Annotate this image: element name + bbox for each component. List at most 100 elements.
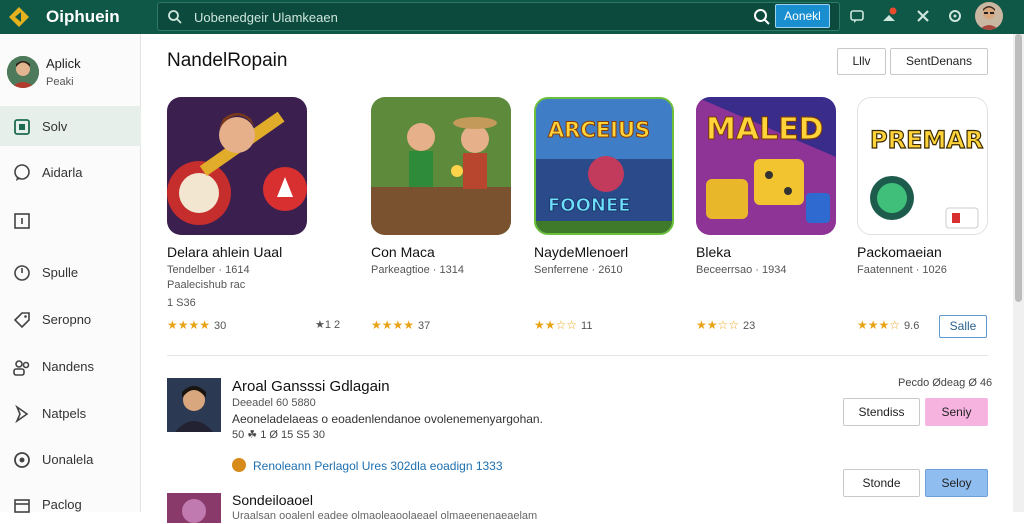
svg-text:FOONEE: FOONEE (548, 195, 631, 216)
app-thumbnail[interactable] (371, 97, 511, 235)
app-name: NaydeMlenoerl (534, 244, 629, 260)
user-subtitle: Peaki (46, 76, 74, 88)
star-icons: ★★★☆ (857, 318, 901, 332)
app-thumbnail[interactable]: MALED (696, 97, 836, 235)
user-avatar[interactable] (7, 56, 39, 88)
page-title: NandelRopain (167, 50, 288, 71)
featured-app-image[interactable] (167, 378, 221, 432)
box-icon (14, 499, 30, 513)
svg-text:PREMAR: PREMAR (870, 126, 983, 154)
secondary-action-button[interactable]: Stendiss (843, 398, 920, 426)
tools-icon[interactable] (914, 7, 932, 25)
sidebar-item-label: Solv (42, 119, 68, 134)
star-icons: ★★☆☆ (696, 318, 740, 332)
secondary-action-button-2[interactable]: Stonde (843, 469, 920, 497)
app-thumbnail[interactable]: ARCEIUS FOONEE (534, 97, 674, 235)
rating-count: 11 (581, 320, 593, 332)
sidebar-item-label: Aidarla (42, 165, 83, 180)
app-rating: ★★★☆ 9.6 (857, 318, 919, 332)
scrollbar[interactable] (1013, 34, 1024, 512)
search-bar[interactable]: Uobenedgeir Ulamkeaen Aonekl (157, 2, 840, 31)
featured-app-link[interactable]: Renoleann Perlagol Ures 302dla eoadign 1… (253, 459, 503, 473)
rating-extra: ★1 2 (315, 319, 341, 331)
send-icon (15, 404, 29, 424)
app-thumbnail[interactable] (167, 97, 307, 235)
rating-count: 9.6 (904, 320, 920, 332)
app-developer: Faatennent · 1026 (857, 264, 947, 276)
rating-count: 37 (418, 320, 431, 332)
sidebar-item-window[interactable] (0, 200, 141, 240)
sort-button[interactable]: SentDenans (890, 48, 988, 75)
app-rating: ★★☆☆ 23 (696, 318, 755, 332)
search-button[interactable]: Aonekl (775, 4, 830, 28)
sale-button[interactable]: Salle (939, 315, 987, 338)
app-name: Packomaeian (857, 244, 942, 260)
featured-right-label: Pecdo Ødeag Ø 46 (898, 377, 993, 389)
second-app-name[interactable]: Sondeiloaoel (232, 492, 313, 508)
rating-count: 23 (743, 320, 756, 332)
account-avatar[interactable] (975, 2, 1003, 30)
featured-app-meta: 50 ☘ 1 Ø 15 S5 30 (232, 429, 326, 441)
featured-app-name[interactable]: Aroal Gansssi Gdlagain (232, 378, 390, 395)
second-app-image[interactable] (167, 493, 221, 523)
featured-app-subtitle: Deeadel 60 5880 (232, 397, 316, 409)
sidebar-item-label: Nandens (42, 359, 95, 374)
sidebar-item-label: Uonalela (42, 452, 94, 467)
sidebar-item-label: Natpels (42, 406, 87, 421)
sidebar-item-people[interactable]: Nandens (0, 346, 141, 386)
settings-icon[interactable] (946, 7, 964, 25)
scrollbar-thumb[interactable] (1015, 34, 1022, 302)
primary-action-button[interactable]: Seniy (925, 398, 988, 426)
star-icons: ★★☆☆ (534, 318, 578, 332)
search-input[interactable]: Uobenedgeir Ulamkeaen (194, 10, 338, 25)
app-name: Delara ahlein Uaal (167, 244, 283, 260)
brand-name: Oiphuein (46, 7, 120, 26)
app-thumbnail[interactable]: PREMAR (857, 97, 988, 235)
sidebar-item-send[interactable]: Natpels (0, 393, 141, 433)
store-icon (14, 119, 30, 135)
sidebar-item-clock[interactable]: Spulle (0, 252, 141, 292)
sidebar-item-store[interactable]: Solv (0, 106, 141, 146)
app-developer: Beceerrsao · 1934 (696, 264, 787, 276)
search-icon (168, 10, 182, 24)
app-developer: Parkeagtioe · 1314 (371, 264, 464, 276)
window-icon (14, 213, 30, 229)
tag-icon (13, 312, 30, 329)
sidebar-item-label: Seropno (42, 312, 92, 327)
rating-count: 30 (214, 320, 227, 332)
svg-text:ARCEIUS: ARCEIUS (548, 118, 650, 142)
app-meta-2: 1 S36 (167, 297, 196, 309)
sidebar-item-tag[interactable]: Seropno (0, 299, 141, 339)
sidebar-item-box[interactable]: Paclog (0, 484, 141, 524)
section-divider (167, 355, 988, 356)
user-name: Aplick (46, 56, 81, 71)
app-developer: Tendelber · 1614 (167, 264, 250, 276)
main-content: NandelRopain Lllv SentDenans Delara ahle… (141, 34, 1013, 523)
sidebar: Aplick Peaki Solv Aidarla Spulle Seropno… (0, 34, 141, 513)
search-submit-icon[interactable] (753, 8, 771, 26)
clock-icon (14, 265, 30, 281)
app-rating: ★★☆☆ 11 (534, 318, 592, 332)
sidebar-item-disc[interactable]: Uonalela (0, 439, 141, 479)
app-logo-icon[interactable] (8, 6, 30, 28)
app-name: Con Maca (371, 244, 435, 260)
sidebar-item-label: Spulle (42, 265, 79, 280)
disc-icon (14, 452, 30, 468)
chat-icon[interactable] (848, 7, 866, 25)
primary-action-button-2[interactable]: Seloy (925, 469, 988, 497)
top-bar: Oiphuein Uobenedgeir Ulamkeaen Aonekl (0, 0, 1024, 34)
app-meta: Paalecishub rac (167, 279, 246, 291)
filter-button[interactable]: Lllv (837, 48, 886, 75)
featured-app-description: Aeoneladelaeas o eoadenlendanoe ovolenem… (232, 412, 543, 426)
sidebar-item-label: Paclog (42, 497, 82, 512)
chat-icon (14, 164, 30, 181)
sidebar-item-chat[interactable]: Aidarla (0, 152, 141, 192)
star-icons: ★★★★ (167, 318, 211, 332)
app-name: Bleka (696, 244, 732, 260)
app-rating: ★★★★ 37 (371, 318, 430, 332)
people-icon (13, 360, 30, 376)
star-icons: ★★★★ (371, 318, 415, 332)
svg-text:MALED: MALED (706, 112, 824, 147)
notification-icon[interactable] (880, 7, 898, 25)
link-icon (232, 458, 246, 472)
